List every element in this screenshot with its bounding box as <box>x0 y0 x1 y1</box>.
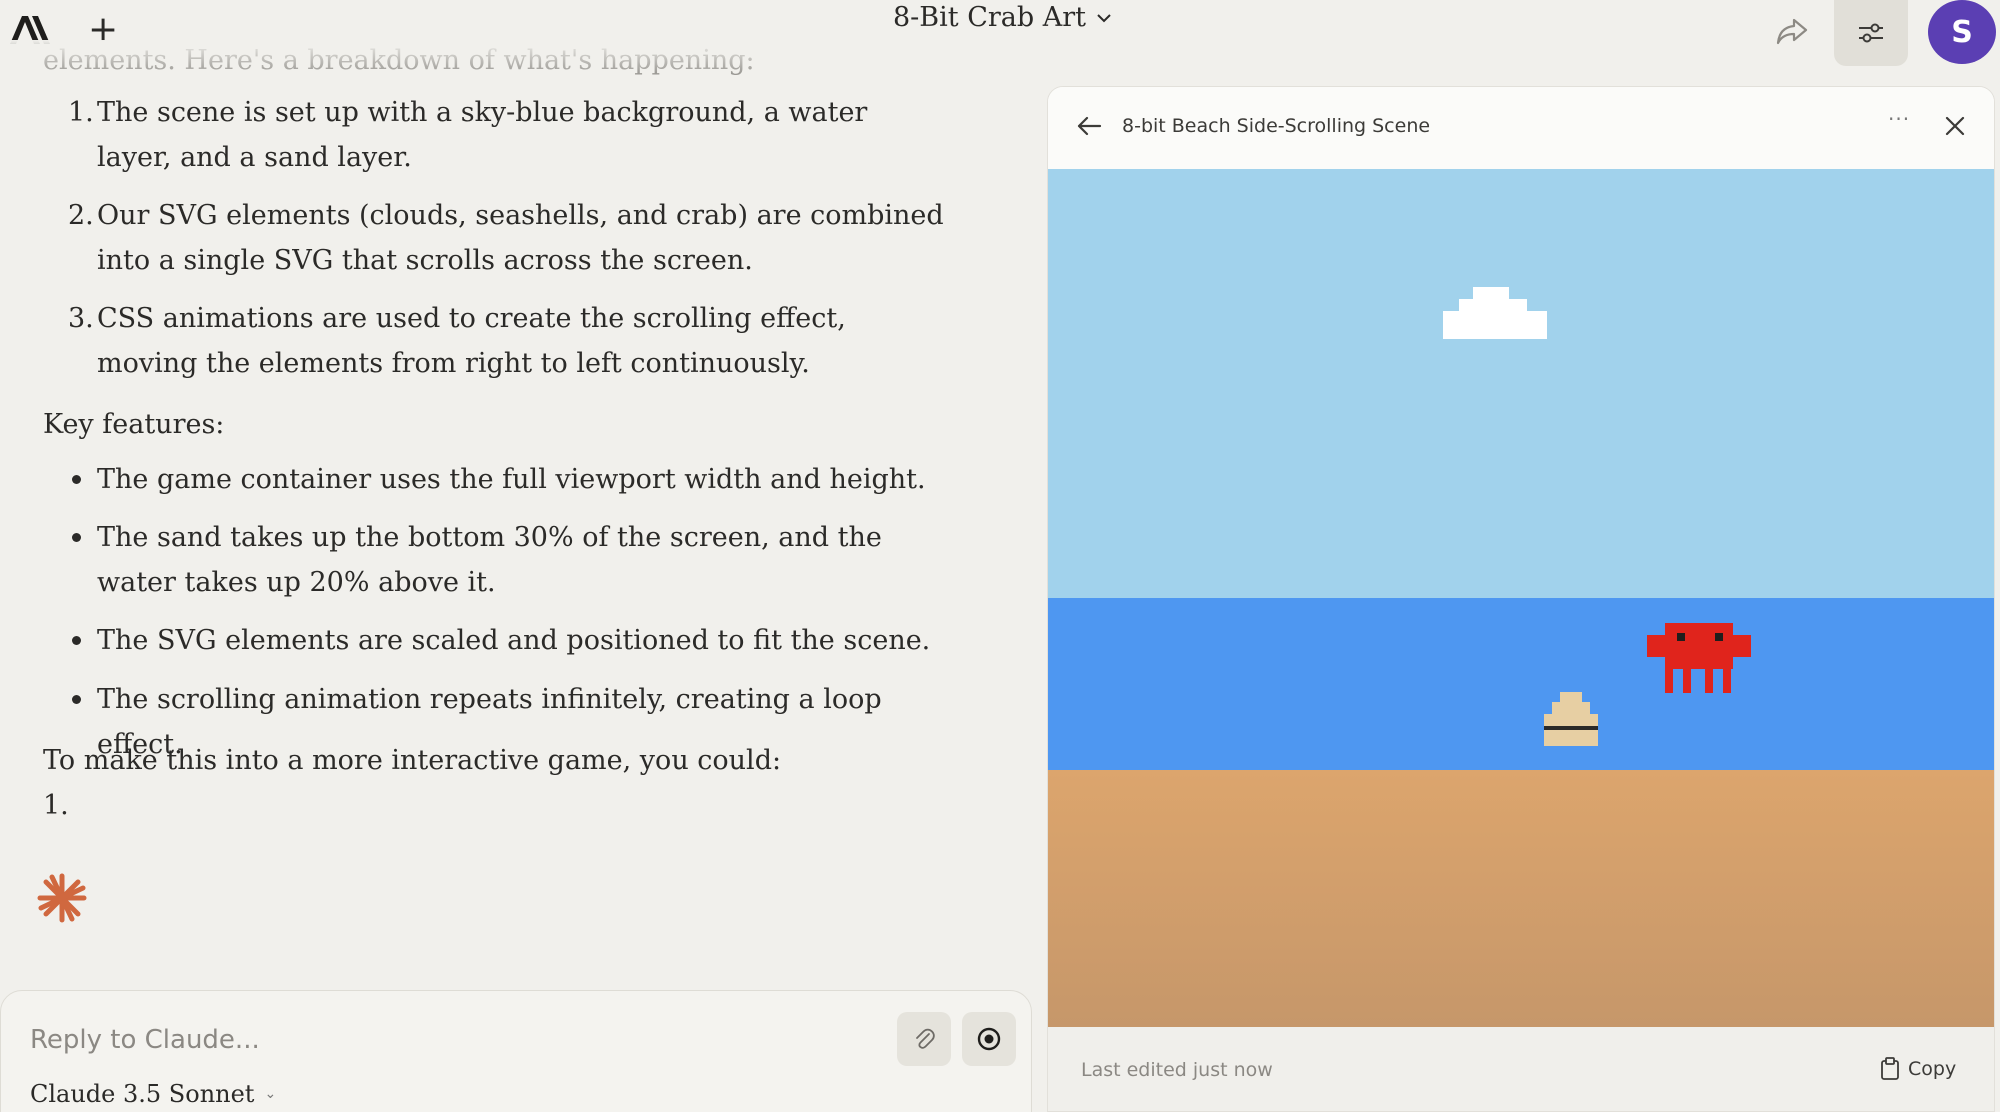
artifact-title: 8-bit Beach Side-Scrolling Scene <box>1122 115 1431 137</box>
pixel-seashell <box>1544 692 1598 746</box>
list-item: 2. Our SVG elements (clouds, seashells, … <box>68 193 948 283</box>
bullet <box>72 475 81 484</box>
pixel-cloud <box>1443 287 1547 339</box>
list-item: 1. The scene is set up with a sky-blue b… <box>68 90 948 180</box>
partial-list-start: 1. <box>43 790 69 821</box>
water-layer <box>1048 598 1994 770</box>
sky-layer <box>1048 169 1994 598</box>
conversation-title: 8-Bit Crab Art <box>893 2 1086 33</box>
artifact-panel: 8-bit Beach Side-Scrolling Scene ··· <box>1047 86 1995 1112</box>
list-text: CSS animations are used to create the sc… <box>97 303 846 379</box>
close-icon[interactable] <box>1944 115 1966 137</box>
conversation-title-menu[interactable]: 8-Bit Crab Art <box>893 2 1112 33</box>
attach-button[interactable] <box>897 1012 951 1066</box>
list-text: The SVG elements are scaled and position… <box>97 625 931 656</box>
clipboard-icon <box>1881 1057 1899 1080</box>
record-button[interactable] <box>962 1012 1016 1066</box>
last-edited-status: Last edited just now <box>1081 1059 1273 1081</box>
list-item: The sand takes up the bottom 30% of the … <box>72 515 952 605</box>
beach-scene-preview <box>1048 169 1994 1027</box>
copy-button[interactable]: Copy <box>1880 1052 1956 1086</box>
list-text: The game container uses the full viewpor… <box>97 464 926 495</box>
list-item: 3. CSS animations are used to create the… <box>68 296 948 386</box>
chevron-down-icon: ⌄ <box>264 1086 277 1102</box>
reply-input[interactable] <box>30 1020 860 1060</box>
sand-layer <box>1048 770 1994 1027</box>
list-number: 3. <box>68 303 94 334</box>
list-text: Our SVG elements (clouds, seashells, and… <box>97 200 944 276</box>
bullet <box>72 695 81 704</box>
list-item: The SVG elements are scaled and position… <box>72 618 952 663</box>
model-selector[interactable]: Claude 3.5 Sonnet ⌄ <box>30 1080 276 1108</box>
interactive-heading: To make this into a more interactive gam… <box>43 745 782 776</box>
user-avatar[interactable]: S <box>1928 0 1996 64</box>
settings-button[interactable] <box>1834 0 1908 66</box>
bullet <box>72 636 81 645</box>
record-icon <box>977 1027 1001 1051</box>
bullet <box>72 533 81 542</box>
model-name: Claude 3.5 Sonnet <box>30 1080 255 1108</box>
share-icon[interactable] <box>1774 12 1810 48</box>
list-number: 1. <box>68 97 94 128</box>
sliders-icon <box>1859 23 1883 43</box>
list-item: The scrolling animation repeats infinite… <box>72 677 952 760</box>
list-text: The sand takes up the bottom 30% of the … <box>97 522 882 598</box>
paperclip-icon <box>916 1028 935 1049</box>
claude-thinking-icon <box>37 873 87 923</box>
more-options-icon[interactable]: ··· <box>1888 107 1910 131</box>
key-features-heading: Key features: <box>43 409 225 440</box>
list-text: The scene is set up with a sky-blue back… <box>97 97 868 173</box>
artifact-header: 8-bit Beach Side-Scrolling Scene ··· <box>1048 87 1994 169</box>
copy-label: Copy <box>1908 1058 1957 1080</box>
list-item: The game container uses the full viewpor… <box>72 457 952 502</box>
pixel-crab <box>1647 623 1751 693</box>
message-partial-intro: elements. Here's a breakdown of what's h… <box>43 45 755 76</box>
chevron-down-icon <box>1097 13 1111 22</box>
list-number: 2. <box>68 200 94 231</box>
back-arrow-icon[interactable] <box>1074 111 1104 141</box>
